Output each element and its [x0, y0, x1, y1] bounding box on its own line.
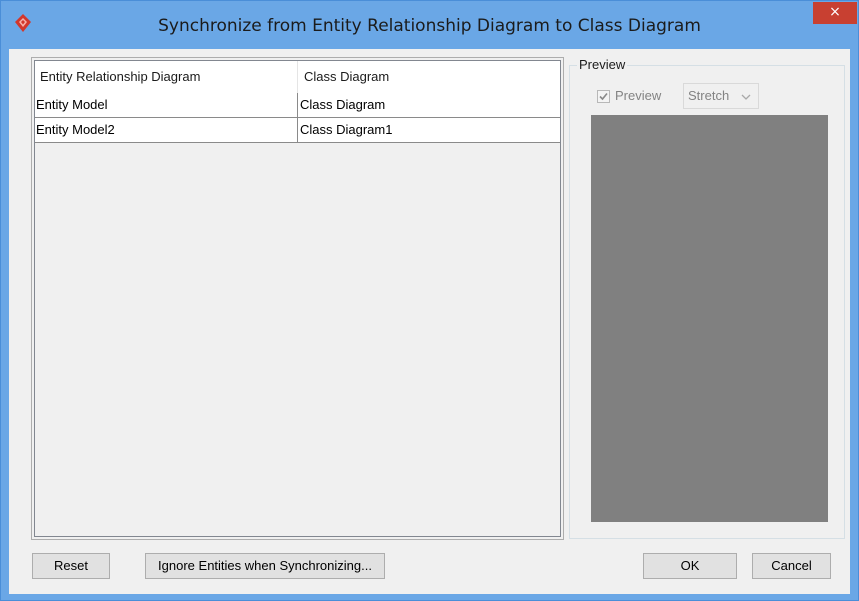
preview-checkbox[interactable] — [597, 90, 610, 103]
dialog-window: Synchronize from Entity Relationship Dia… — [0, 0, 859, 601]
column-header-class-diagram[interactable]: Class Diagram — [298, 61, 560, 93]
window-title: Synchronize from Entity Relationship Dia… — [158, 16, 701, 36]
close-icon: × — [829, 4, 841, 20]
mapping-table-viewport[interactable]: Entity Relationship Diagram Class Diagra… — [34, 60, 561, 537]
table-header: Entity Relationship Diagram Class Diagra… — [35, 61, 560, 94]
chevron-down-icon — [741, 94, 751, 100]
preview-checkbox-label: Preview — [615, 88, 662, 103]
cancel-button[interactable]: Cancel — [752, 553, 831, 579]
checkmark-icon — [599, 92, 608, 101]
preview-mode-value: Stretch — [688, 88, 730, 103]
table-row[interactable]: Entity Model Class Diagram — [35, 93, 560, 118]
cell-entity-model[interactable]: Entity Model2 — [35, 118, 298, 142]
close-button[interactable]: × — [813, 2, 857, 24]
ignore-entities-button[interactable]: Ignore Entities when Synchronizing... — [145, 553, 385, 579]
cell-class-diagram[interactable]: Class Diagram — [298, 93, 560, 117]
preview-mode-select[interactable]: Stretch — [683, 83, 759, 109]
cell-entity-model[interactable]: Entity Model — [35, 93, 298, 117]
ok-button[interactable]: OK — [643, 553, 737, 579]
column-header-erd[interactable]: Entity Relationship Diagram — [35, 61, 298, 93]
reset-button[interactable]: Reset — [32, 553, 110, 579]
cell-class-diagram[interactable]: Class Diagram1 — [298, 118, 560, 142]
dialog-content: Entity Relationship Diagram Class Diagra… — [9, 49, 850, 594]
preview-canvas — [591, 115, 828, 522]
preview-group: Preview Preview Stretch — [569, 57, 846, 540]
mapping-table: Entity Relationship Diagram Class Diagra… — [31, 57, 564, 540]
preview-group-label: Preview — [577, 57, 628, 73]
title-bar[interactable]: Synchronize from Entity Relationship Dia… — [1, 1, 858, 49]
table-row[interactable]: Entity Model2 Class Diagram1 — [35, 118, 560, 143]
